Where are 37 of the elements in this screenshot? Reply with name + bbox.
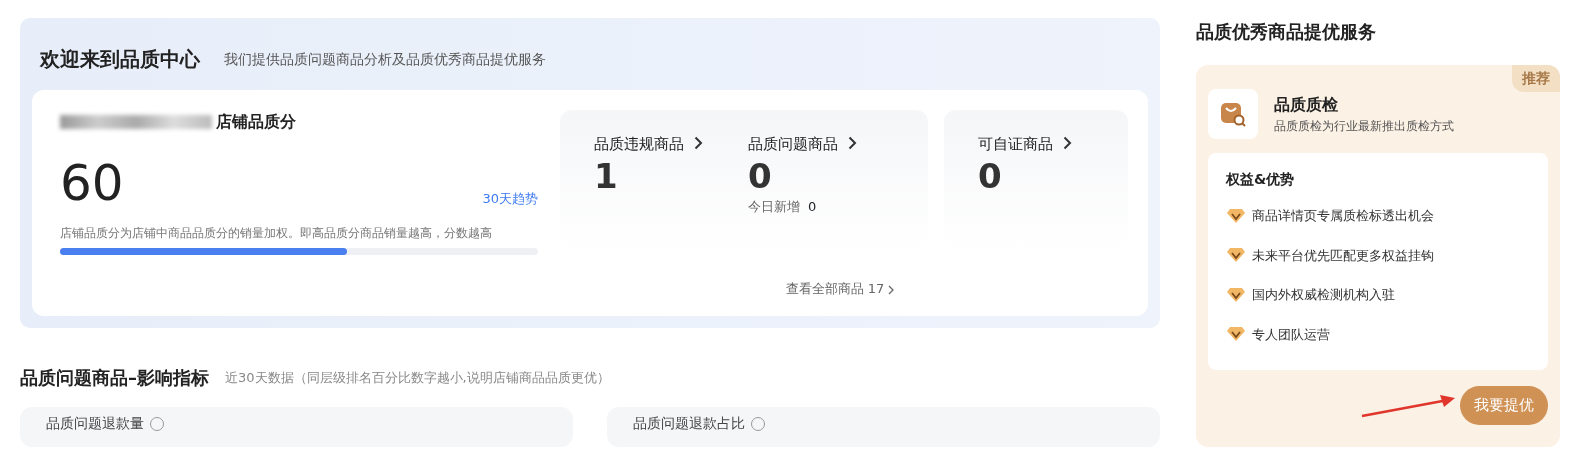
shopping-bag-search-icon [1220,101,1246,127]
recommend-badge: 推荐 [1512,65,1560,92]
benefit-text: 专人团队运营 [1252,325,1330,344]
today-new-label: 今日新增 [748,197,800,216]
service-name: 品质质检 [1274,94,1339,116]
stat-value: 0 [748,156,773,197]
benefits-title: 权益&优势 [1226,170,1296,189]
chevron-right-icon [888,284,895,295]
metric-card-title: 品质问题退款占比 [633,414,745,433]
chevron-right-icon [694,136,703,150]
chevron-right-icon [848,136,857,150]
score-value: 60 [60,158,124,208]
section-title: 品质问题商品–影响指标 [20,366,209,390]
page-title: 欢迎来到品质中心 [40,46,200,73]
today-new-value: 0 [808,197,817,216]
view-all-link[interactable]: 查看全部商品 17 [785,281,895,296]
page-subtitle: 我们提供品质问题商品分析及品质优秀商品提优服务 [224,49,546,69]
score-note: 店铺品质分为店铺中商品品质分的销量加权。即高品质分商品销量越高，分数越高 [60,225,493,242]
stat-link[interactable]: 品质问题商品 [748,133,857,156]
service-description: 品质质检为行业最新推出质检方式 [1274,118,1454,135]
stat-value: 1 [594,156,619,197]
stat-link[interactable]: 品质违规商品 [594,133,703,156]
metric-card-title: 品质问题退款量 [46,414,144,433]
diamond-icon [1226,326,1246,343]
stat-value: 0 [978,156,1003,197]
chevron-right-icon [1063,136,1072,150]
benefit-text: 商品详情页专属质检标透出机会 [1252,207,1434,225]
trend-link[interactable]: 30天趋势 [482,188,538,208]
stat-link[interactable]: 可自证商品 [978,133,1072,156]
benefit-text: 未来平台优先匹配更多权益挂钩 [1252,246,1434,265]
benefit-text: 国内外权威检测机构入驻 [1252,286,1395,304]
service-title: 品质优秀商品提优服务 [1196,20,1377,44]
diamond-icon [1226,286,1246,303]
score-label: 店铺品质分 [216,111,296,133]
section-subtitle: 近30天数据（同层级排名百分比数字越小,说明店铺商品品质更优） [225,368,610,387]
diamond-icon [1226,207,1246,224]
diamond-icon [1226,247,1246,264]
